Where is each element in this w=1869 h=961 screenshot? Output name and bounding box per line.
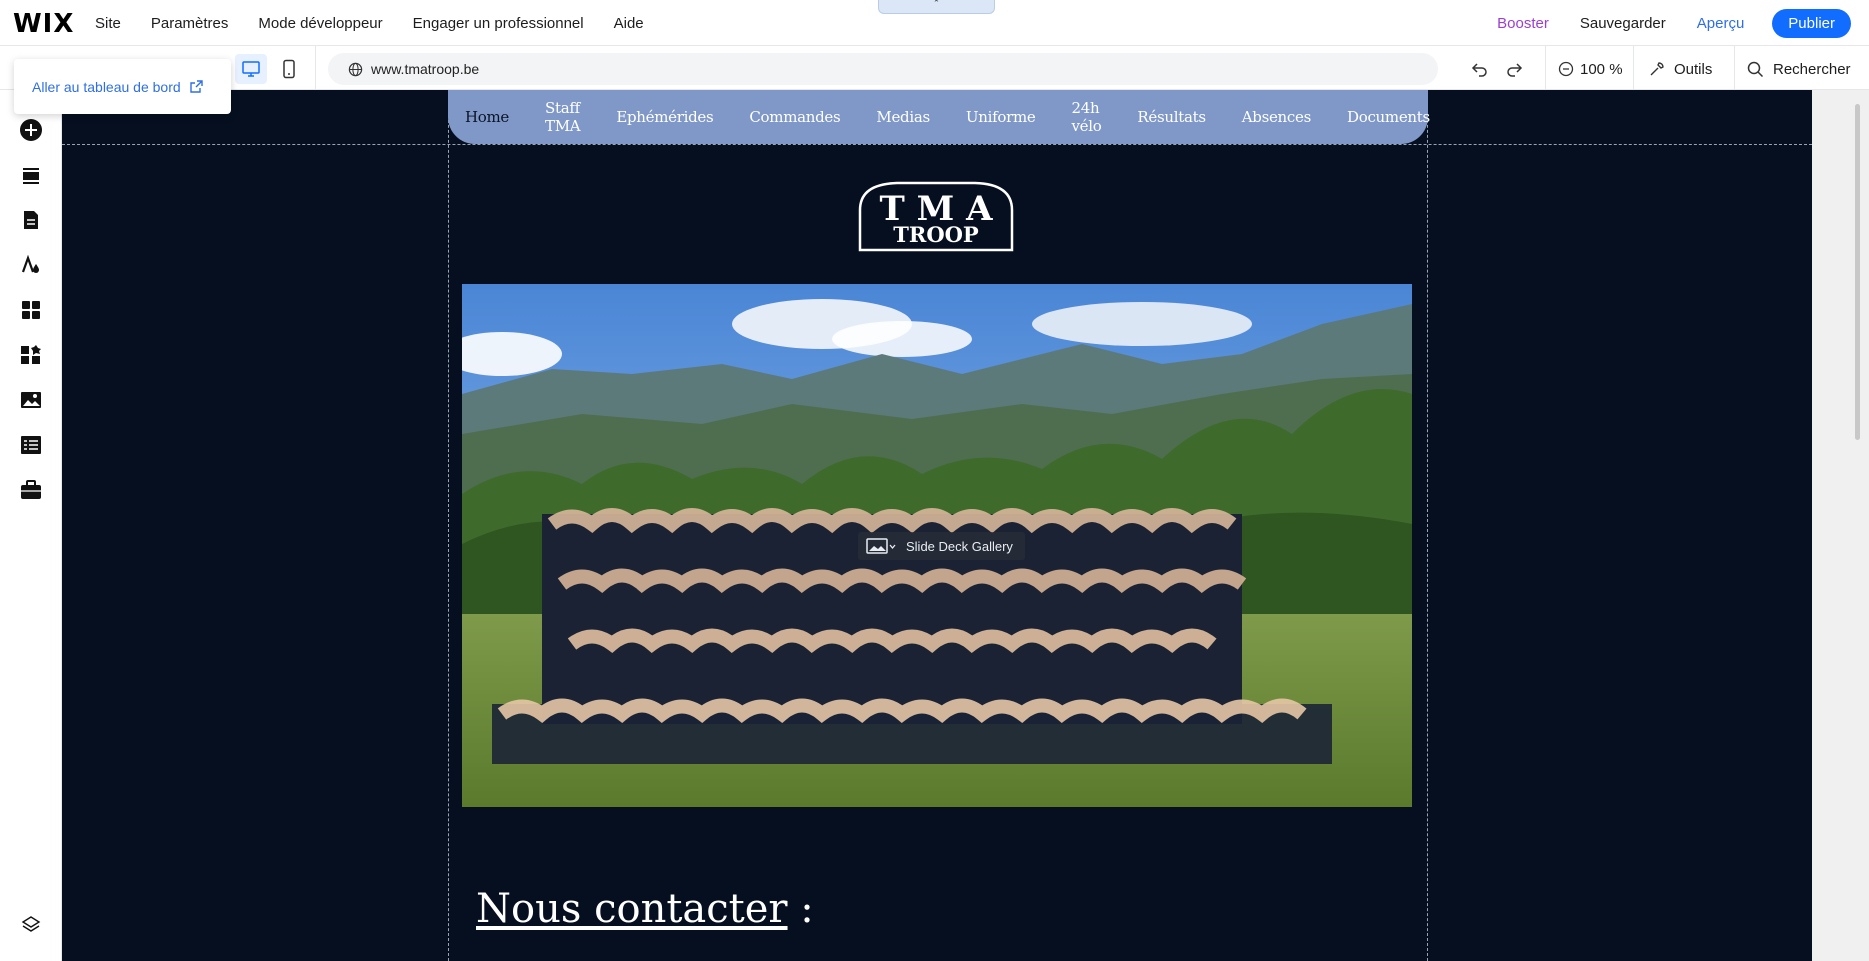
grid-guide-right [1427,90,1428,961]
sections-icon [23,168,39,184]
zoom-level: 100 % [1580,60,1623,78]
apps-button[interactable] [19,298,43,322]
chevron-up-icon: ˆ [934,0,939,11]
menu-help[interactable]: Aide [614,15,644,32]
pages-button[interactable] [19,208,43,232]
menu-site[interactable]: Site [95,15,121,32]
business-apps-button[interactable] [19,343,43,367]
publish-button[interactable]: Publier [1772,8,1851,38]
menu-hire-pro[interactable]: Engager un professionnel [413,15,584,32]
collapse-topbar-handle[interactable]: ˆ [878,0,995,14]
site-menu-uniforme[interactable]: Uniforme [966,108,1036,126]
site-menu-24h-velo[interactable]: 24h vélo [1071,99,1101,135]
sections-button[interactable] [19,163,43,187]
desktop-view-button[interactable] [235,54,267,84]
globe-icon [348,62,363,76]
site-menu-resultats[interactable]: Résultats [1137,108,1206,126]
layers-icon [21,916,41,932]
booster-button[interactable]: Booster [1497,15,1549,32]
toolbar-divider [1545,46,1546,90]
toolbar-divider [315,46,316,90]
media-button[interactable] [19,388,43,412]
toolbar-divider [1734,46,1735,90]
pages-icon [24,211,38,229]
mobile-icon [283,59,295,79]
apps-icon [22,301,40,319]
site-menu-ephemerides[interactable]: Ephémérides [616,108,713,126]
undo-icon [1471,63,1487,77]
site-navigation-menu[interactable]: Home Staff TMA Ephémérides Commandes Med… [448,90,1430,144]
design-icon [21,254,39,273]
left-sidebar [0,90,62,961]
desktop-icon [242,61,260,77]
search-button[interactable]: Rechercher [1747,54,1851,84]
tools-icon [1650,62,1664,76]
site-menu-staff[interactable]: Staff TMA [545,99,581,135]
site-menu-medias[interactable]: Medias [876,108,930,126]
canvas-scrollbar-track [1812,90,1869,961]
external-link-icon [189,80,203,93]
site-url-bar[interactable]: www.tmatroop.be [328,53,1438,85]
slide-deck-gallery-tag[interactable]: Slide Deck Gallery [858,532,1025,560]
save-button[interactable]: Sauvegarder [1580,15,1666,32]
top-menu: Site Paramètres Mode développeur Engager… [95,0,674,46]
site-menu-commandes[interactable]: Commandes [749,108,840,126]
add-icon [20,119,42,141]
cms-icon [21,436,41,454]
search-label: Rechercher [1773,60,1851,78]
top-actions: Booster Sauvegarder Aperçu Publier [1497,0,1851,46]
tools-label: Outils [1674,60,1713,78]
site-menu-documents[interactable]: Documents [1347,108,1430,126]
wix-logo[interactable]: WIX [13,9,74,39]
logo-troop-text: TROOP [893,222,979,247]
portfolio-icon [21,480,41,499]
add-elements-button[interactable] [19,118,43,142]
menu-settings[interactable]: Paramètres [151,15,229,32]
redo-icon [1507,63,1523,77]
menu-dev-mode[interactable]: Mode développeur [258,15,382,32]
media-icon [21,392,41,408]
wix-editor: WIX Site Paramètres Mode développeur Eng… [0,0,1869,961]
dashboard-popup[interactable]: Aller au tableau de bord [14,59,231,114]
site-url: www.tmatroop.be [371,61,480,77]
dashboard-link[interactable]: Aller au tableau de bord [32,79,181,95]
tools-button[interactable]: Outils [1648,54,1712,84]
contact-heading-colon: : [787,886,814,932]
gallery-label: Slide Deck Gallery [906,538,1013,554]
zoom-out-icon [1558,61,1574,77]
toolbar-divider [1633,46,1634,90]
design-button[interactable] [19,253,43,277]
search-icon [1747,61,1764,77]
canvas-scrollbar[interactable] [1855,104,1860,440]
grid-guide-left [448,90,449,961]
cms-button[interactable] [19,433,43,457]
site-menu-home[interactable]: Home [465,108,509,126]
site-menu-absences[interactable]: Absences [1242,108,1312,126]
zoom-control[interactable]: 100 % [1558,54,1623,84]
mobile-view-button[interactable] [274,54,304,84]
tma-troop-logo[interactable]: T M A TROOP [857,180,1015,252]
preview-button[interactable]: Aperçu [1697,15,1745,32]
redo-button[interactable] [1504,54,1524,84]
undo-button[interactable] [1470,54,1490,84]
layers-button[interactable] [19,913,43,937]
business-icon [21,345,41,364]
header-boundary-guide [62,144,1812,145]
portfolio-button[interactable] [19,478,43,502]
contact-heading-link: Nous contacter [476,886,788,932]
contact-heading[interactable]: Nous contacter : [476,886,814,932]
gallery-icon [866,538,896,554]
